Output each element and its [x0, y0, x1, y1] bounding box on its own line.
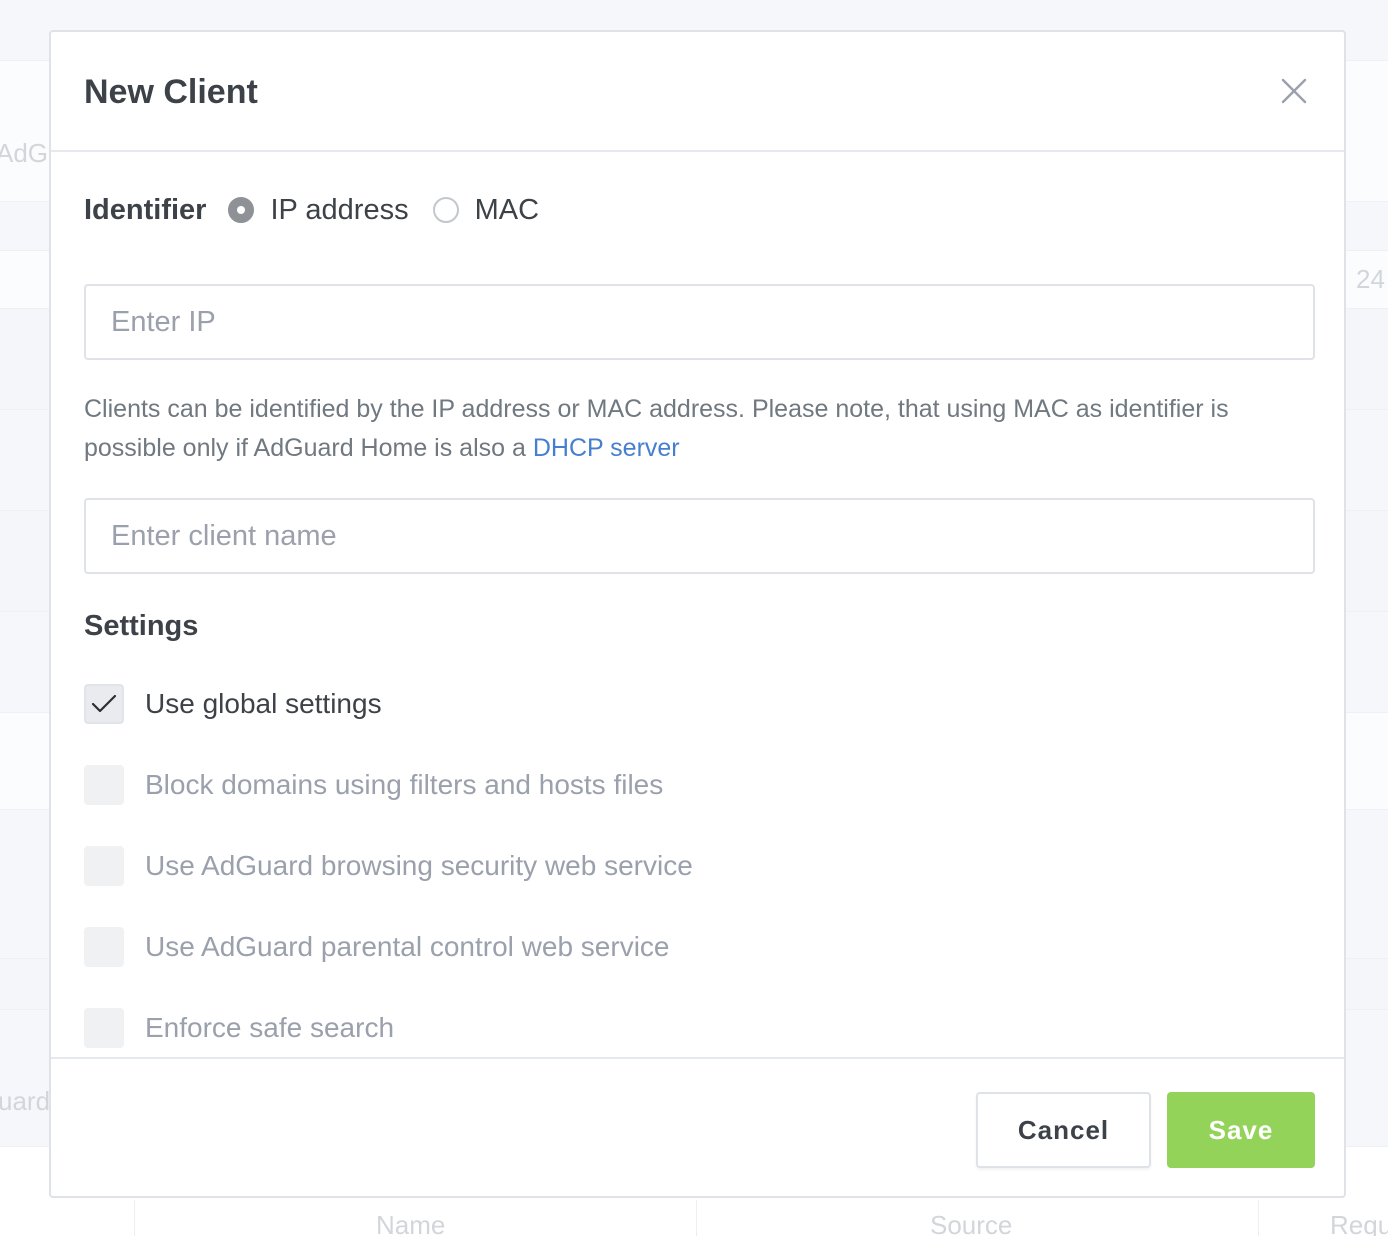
identifier-label: Identifier [84, 193, 207, 226]
background-column-header: Name [376, 1210, 446, 1236]
background-column-header: Requ [1330, 1210, 1388, 1236]
background-column-header: Source [930, 1210, 1013, 1236]
identifier-help-text: Clients can be identified by the IP addr… [84, 390, 1324, 468]
modal-body: Identifier IP address MAC Clients can be… [51, 152, 1344, 1057]
identifier-option-mac[interactable]: MAC [432, 193, 540, 227]
checkbox-safe-search[interactable] [84, 1008, 124, 1048]
background-divider [1258, 1200, 1259, 1236]
background-divider [696, 1200, 697, 1236]
radio-ip-address[interactable] [228, 197, 255, 223]
checkbox-label: Use AdGuard browsing security web servic… [145, 850, 693, 881]
checkbox-parental-control[interactable] [84, 927, 124, 967]
checkbox-use-global-settings[interactable] [84, 684, 124, 724]
radio-mac[interactable] [432, 197, 459, 223]
identifier-row: Identifier IP address MAC [84, 190, 563, 230]
background-text: AdG [0, 138, 49, 168]
settings-title: Settings [84, 610, 199, 642]
modal-title: New Client [84, 73, 258, 111]
radio-label-ip-address: IP address [270, 193, 409, 226]
background-text: uard [0, 1086, 51, 1116]
checkbox-label: Enforce safe search [145, 1012, 395, 1043]
checkbox-label: Use global settings [145, 688, 382, 719]
client-name-input[interactable] [84, 498, 1315, 574]
background-text: 24 [1356, 264, 1385, 294]
modal-header: New Client [51, 32, 1344, 152]
close-icon [1281, 78, 1307, 104]
checkbox-label: Use AdGuard parental control web service [145, 931, 670, 962]
checkbox-label: Block domains using filters and hosts fi… [145, 769, 664, 800]
setting-safe-search[interactable]: Enforce safe search [84, 1008, 394, 1048]
cancel-button[interactable]: Cancel [976, 1092, 1151, 1168]
ip-input[interactable] [84, 284, 1315, 360]
setting-browsing-security[interactable]: Use AdGuard browsing security web servic… [84, 846, 693, 886]
save-button[interactable]: Save [1167, 1092, 1315, 1168]
dhcp-server-link[interactable]: DHCP server [533, 434, 680, 462]
setting-parental-control[interactable]: Use AdGuard parental control web service [84, 927, 670, 967]
checkmark-icon [91, 694, 117, 713]
radio-label-mac: MAC [474, 193, 540, 226]
modal-footer: Cancel Save [51, 1057, 1344, 1196]
checkbox-browsing-security[interactable] [84, 846, 124, 886]
identifier-option-ip[interactable]: IP address [228, 193, 409, 227]
setting-block-domains[interactable]: Block domains using filters and hosts fi… [84, 765, 663, 805]
close-button[interactable] [1277, 74, 1311, 108]
new-client-modal: New Client Identifier IP address MAC Cli… [49, 30, 1346, 1198]
checkbox-block-domains[interactable] [84, 765, 124, 805]
setting-use-global-settings[interactable]: Use global settings [84, 684, 382, 724]
background-divider [134, 1200, 135, 1236]
